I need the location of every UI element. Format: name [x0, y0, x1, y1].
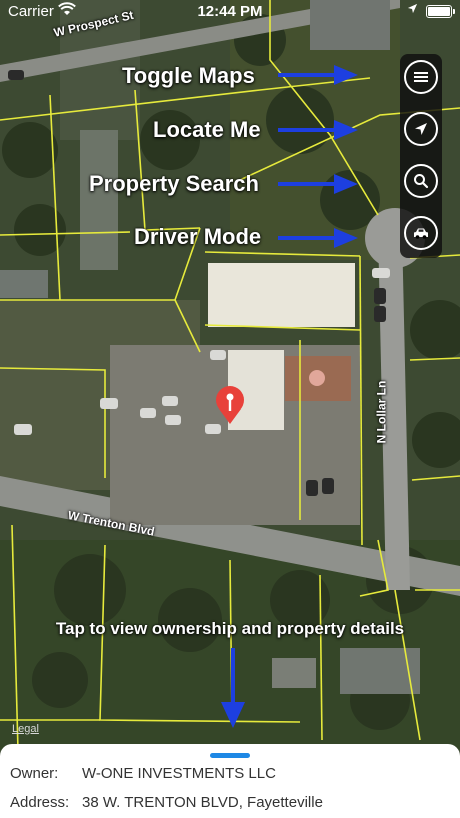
- status-bar: Carrier 12:44 PM: [0, 0, 460, 24]
- menu-icon: [414, 72, 428, 82]
- property-search-button[interactable]: [404, 164, 438, 198]
- callout-arrow-icon: [278, 120, 358, 140]
- owner-row: Owner: W-ONE INVESTMENTS LLC: [10, 765, 276, 782]
- building-roof: [80, 130, 118, 270]
- address-label: Address:: [10, 794, 70, 811]
- roof-logo-mark: [309, 370, 325, 386]
- address-value: 38 W. TRENTON BLVD, Fayetteville: [82, 794, 323, 811]
- property-details-sheet[interactable]: Owner: W-ONE INVESTMENTS LLC Address: 38 W…: [0, 744, 460, 818]
- battery-icon: [426, 5, 455, 18]
- location-arrow-icon: [415, 123, 427, 135]
- search-icon: [414, 174, 429, 189]
- status-time: 12:44 PM: [197, 3, 263, 20]
- callout-driver-mode: Driver Mode: [134, 224, 262, 249]
- callout-toggle-maps: Toggle Maps: [122, 63, 255, 88]
- callout-arrow-icon: [278, 228, 358, 248]
- locate-me-button[interactable]: [404, 112, 438, 146]
- location-services-icon: [407, 3, 418, 17]
- callout-arrow-icon: [278, 65, 358, 85]
- owner-label: Owner:: [10, 765, 59, 782]
- callout-locate-me: Locate Me: [153, 117, 261, 142]
- sheet-drag-handle[interactable]: [210, 753, 250, 758]
- tap-hint-text: Tap to view ownership and property detai…: [55, 619, 405, 638]
- legal-link[interactable]: Legal: [12, 723, 39, 735]
- building-roof: [0, 270, 48, 298]
- building-roof: [272, 658, 316, 688]
- callout-arrow-icon: [278, 174, 358, 194]
- street-label-n-lollar-ln: N Lollar Ln: [374, 380, 389, 444]
- down-arrow-icon: [221, 648, 245, 728]
- car-icon: [414, 228, 428, 239]
- address-row: Address: 38 W. TRENTON BLVD, Fayetteville: [10, 794, 323, 811]
- building-roof: [208, 263, 355, 327]
- owner-value: W-ONE INVESTMENTS LLC: [82, 765, 276, 782]
- toggle-maps-button[interactable]: [404, 60, 438, 94]
- callout-property-search: Property Search: [89, 171, 259, 196]
- map-toolbar: [400, 54, 442, 258]
- driver-mode-button[interactable]: [404, 216, 438, 250]
